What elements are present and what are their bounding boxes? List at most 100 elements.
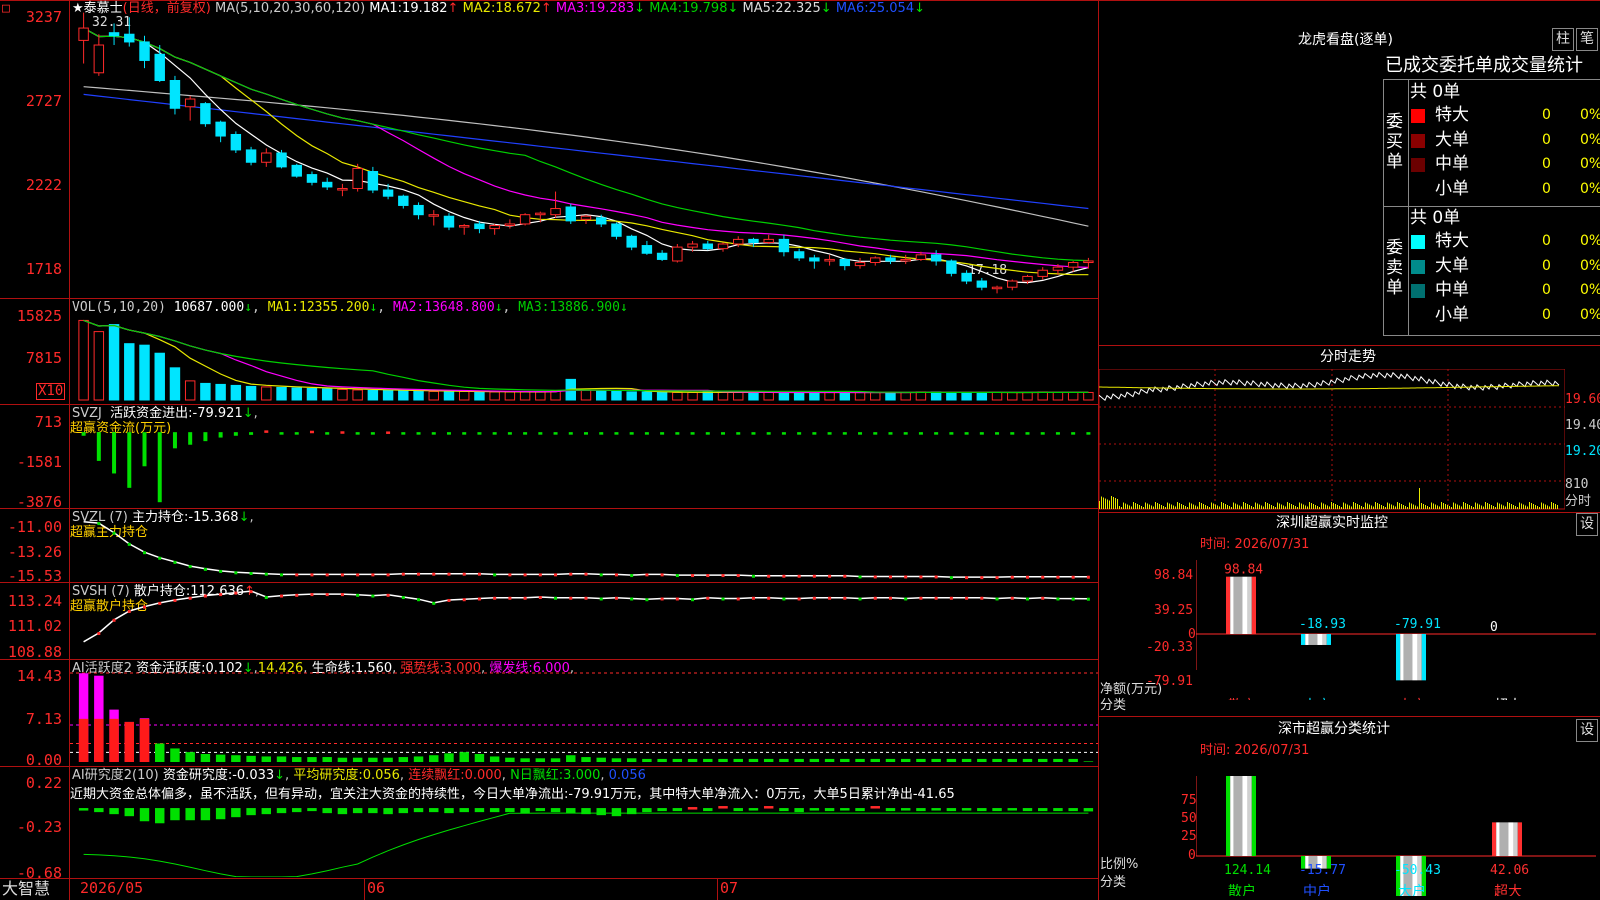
y-tick: 19.20 xyxy=(1565,444,1600,459)
intraday-vol-bar xyxy=(1529,502,1530,509)
intraday-vol-bar xyxy=(1433,503,1434,509)
flow-bar xyxy=(1086,432,1091,435)
volume-bar xyxy=(230,384,242,401)
settings-button[interactable]: 设 xyxy=(1576,513,1598,536)
intraday-vol-bar xyxy=(1537,506,1538,509)
intraday-vol-bar xyxy=(1525,505,1526,509)
intraday-vol-bar xyxy=(1509,503,1510,509)
flow-bar xyxy=(96,432,101,461)
flow-bar xyxy=(233,432,238,436)
volume-bar xyxy=(717,391,729,401)
intraday-vol-bar xyxy=(1281,504,1282,509)
svzl-chart[interactable] xyxy=(70,512,1098,582)
settings-button[interactable]: 设 xyxy=(1576,719,1598,742)
intraday-vol-bar xyxy=(1533,504,1534,509)
x-label: 06 xyxy=(367,879,386,897)
flow-bar xyxy=(81,432,86,436)
intraday-vol-bar xyxy=(1423,504,1424,509)
flow-bar xyxy=(888,432,893,435)
bar-mode-button[interactable]: 柱 xyxy=(1552,28,1574,51)
intraday-vol-bar xyxy=(1311,503,1312,509)
volume-bar xyxy=(763,391,774,401)
intraday-vol-bar xyxy=(1505,506,1506,509)
indicator-tick xyxy=(158,601,162,605)
intraday-vol-bar xyxy=(1543,503,1544,509)
svsh-chart[interactable] xyxy=(70,586,1098,658)
flow-bar xyxy=(721,432,726,435)
intraday-vol-bar xyxy=(1413,504,1414,509)
flow-bar xyxy=(507,432,512,435)
y-tick: 7.13 xyxy=(25,710,62,728)
volume-bar xyxy=(458,390,470,401)
indicator-tick xyxy=(1086,597,1090,601)
row-name: 大单 xyxy=(1435,255,1469,276)
lhb-title: 龙虎看盘(逐单) xyxy=(1298,32,1393,48)
intraday-vol-bar xyxy=(1133,502,1134,509)
candle-body xyxy=(702,243,714,250)
activity-bar xyxy=(566,755,576,762)
intraday-vol-bar xyxy=(1457,504,1458,509)
indicator-tick xyxy=(325,593,329,597)
indicator-tick xyxy=(249,571,253,575)
intraday-vol-bar xyxy=(1193,504,1194,509)
flow-bar xyxy=(325,432,330,435)
volume-chart[interactable] xyxy=(70,312,1098,402)
candle-body xyxy=(854,262,866,267)
candlestick-chart[interactable] xyxy=(70,8,1098,298)
category-label: 大户 xyxy=(1398,697,1426,700)
y-tick: 108.88 xyxy=(7,643,62,661)
activity-bar xyxy=(352,757,363,762)
y-tick: 7815 xyxy=(25,349,62,367)
intraday-vol-bar xyxy=(1443,503,1444,509)
row-name: 小单 xyxy=(1435,178,1469,199)
y-tick: 3237 xyxy=(25,8,62,26)
svzj-chart[interactable] xyxy=(70,416,1098,506)
indicator-tick xyxy=(782,574,786,578)
intraday-vol-bar xyxy=(1421,503,1422,509)
intraday-vol-bar xyxy=(1291,504,1292,509)
activity-bar xyxy=(931,758,941,762)
indicator-tick xyxy=(295,593,299,597)
intraday-vol-bar xyxy=(1223,503,1224,509)
intraday-vol-bar xyxy=(1121,507,1122,509)
candle-body xyxy=(382,189,394,197)
volume-bar xyxy=(733,391,744,401)
stats-bar-chart[interactable]: 124.14 散户 -15.77 中户 -50.43 大户 42.06 超大 xyxy=(1196,776,1596,896)
intraday-vol-bar xyxy=(1169,503,1170,509)
intraday-vol-bar xyxy=(1151,505,1152,509)
flow-bar xyxy=(568,432,573,435)
ai-activity-chart[interactable] xyxy=(70,672,1098,764)
intraday-vol-bar xyxy=(1147,503,1148,509)
indicator-tick xyxy=(97,632,101,636)
ai2-value: -0.033 xyxy=(232,768,275,783)
volume-bar xyxy=(1037,391,1048,401)
bar-segment xyxy=(1517,822,1522,856)
ai-research-chart[interactable] xyxy=(70,803,1098,877)
research-bar xyxy=(1037,808,1048,812)
tick-mode-button[interactable]: 笔 xyxy=(1576,28,1598,51)
indicator-tick xyxy=(721,597,725,601)
volume-bar xyxy=(793,391,805,401)
activity-bar xyxy=(840,758,850,762)
candle-body xyxy=(93,44,105,74)
activity-bar xyxy=(855,758,865,762)
indicator-tick xyxy=(325,573,329,577)
row-name: 中单 xyxy=(1435,154,1469,174)
flow-bar xyxy=(1071,432,1076,435)
intraday-vol-bar xyxy=(1115,498,1116,509)
volume-bar xyxy=(1067,391,1079,401)
flow-bar xyxy=(309,430,314,434)
candle-body xyxy=(565,206,576,222)
research-bar xyxy=(900,808,911,811)
intraday-chart[interactable] xyxy=(1099,369,1565,511)
flow-bar xyxy=(462,432,467,435)
grid-line xyxy=(364,878,365,900)
brand-label[interactable]: 大智慧 xyxy=(2,880,50,898)
research-bar xyxy=(1083,808,1094,812)
candle-body xyxy=(930,254,942,262)
intraday-vol-bar xyxy=(1463,502,1464,509)
bar-segment xyxy=(1226,776,1231,856)
monitor-bar-chart[interactable]: 98.84 散户 -18.93 中户 -79.91 大户 0 超大 xyxy=(1196,560,1596,700)
sell-total: 共 0单 xyxy=(1410,208,1461,228)
bar-segment xyxy=(1492,822,1497,856)
